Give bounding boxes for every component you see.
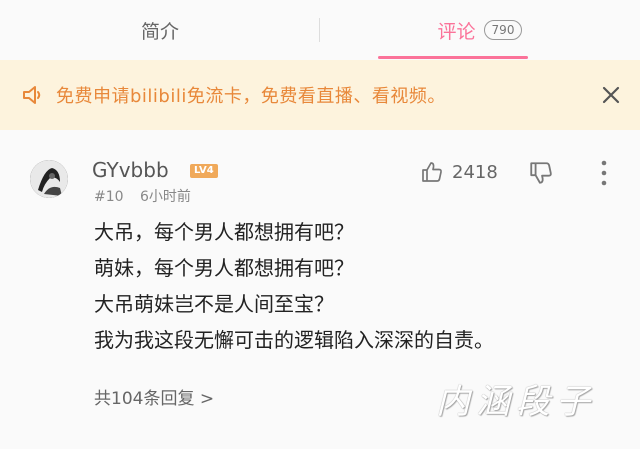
speaker-icon [23,86,41,104]
avatar-image [30,160,68,198]
user-level-badge: LV4 [190,164,218,178]
comment-meta: #10 6小时前 [94,186,191,206]
close-icon[interactable] [600,84,622,106]
more-options-icon[interactable] [596,158,612,188]
comment-line: 大吊，每个男人都想拥有吧？ [94,220,354,244]
comment-line: 萌妹，每个男人都想拥有吧？ [94,256,354,280]
thumbs-down-icon[interactable] [528,160,554,186]
comment-item: GYvbbb LV4 #10 6小时前 2418 大吊，每个男人都想拥有吧？ 萌… [0,130,640,449]
comment-line: 我为我这段无懈可击的逻辑陷入深深的自责。 [94,328,494,352]
comment-body: 大吊，每个男人都想拥有吧？ 萌妹，每个男人都想拥有吧？ 大吊萌妹岂不是人间至宝？… [94,214,614,358]
tab-comments[interactable]: 评论 790 [320,0,640,60]
watermark-text: 内涵段子 [436,382,596,422]
comment-username[interactable]: GYvbbb [92,158,169,182]
tab-comments-label: 评论 [437,20,476,43]
thumbs-up-icon [422,162,442,182]
tab-intro-label: 简介 [140,20,179,43]
promo-notice-bar[interactable]: 免费申请bilibili免流卡，免费看直播、看视频。 [0,60,640,130]
comment-floor: #10 [94,189,124,205]
tab-bar: 简介 评论 790 [0,0,640,61]
comment-time: 6小时前 [140,189,191,205]
view-replies-link[interactable]: 共104条回复 > [94,384,214,409]
like-button[interactable]: 2418 [420,160,498,184]
promo-notice-text: 免费申请bilibili免流卡，免费看直播、看视频。 [56,86,446,107]
avatar[interactable] [30,160,68,198]
comment-line: 大吊萌妹岂不是人间至宝？ [94,292,334,316]
like-count: 2418 [452,161,498,183]
active-tab-indicator [378,56,528,59]
tab-intro[interactable]: 简介 [0,0,320,60]
comments-count-badge: 790 [483,20,523,40]
